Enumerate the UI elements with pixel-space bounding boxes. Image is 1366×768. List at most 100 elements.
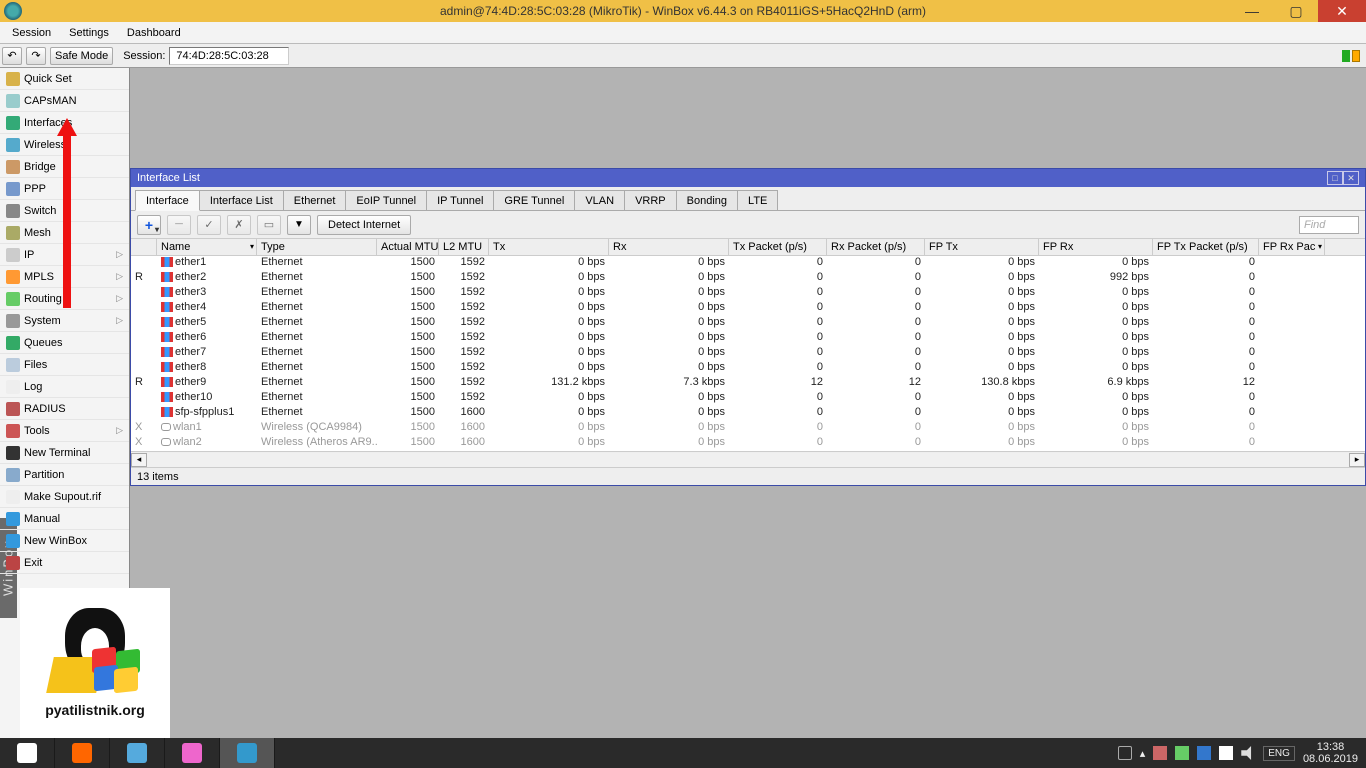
tab-lte[interactable]: LTE [737, 190, 778, 210]
table-row[interactable]: ether8Ethernet150015920 bps0 bps000 bps0… [131, 361, 1365, 376]
sidebar-item-switch[interactable]: Switch [0, 200, 129, 222]
table-row[interactable]: ether1Ethernet150015920 bps0 bps000 bps0… [131, 256, 1365, 271]
table-row[interactable]: ether10Ethernet150015920 bps0 bps000 bps… [131, 391, 1365, 406]
sidebar-item-capsman[interactable]: CAPsMAN [0, 90, 129, 112]
sidebar-item-bridge[interactable]: Bridge [0, 156, 129, 178]
column-header[interactable]: Rx [609, 239, 729, 255]
clock[interactable]: 13:38 08.06.2019 [1303, 741, 1358, 765]
column-header[interactable] [131, 239, 157, 255]
tab-interface-list[interactable]: Interface List [199, 190, 284, 210]
column-header[interactable]: Name▾ [157, 239, 257, 255]
network-icon[interactable] [1219, 746, 1233, 760]
menu-settings[interactable]: Settings [61, 25, 117, 41]
menu-dashboard[interactable]: Dashboard [119, 25, 189, 41]
sidebar-item-exit[interactable]: Exit [0, 552, 129, 574]
table-row[interactable]: ether5Ethernet150015920 bps0 bps000 bps0… [131, 316, 1365, 331]
redo-button[interactable]: ↷ [26, 47, 46, 65]
add-button[interactable]: + [137, 215, 161, 235]
comment-button[interactable]: ▭ [257, 215, 281, 235]
tab-vrrp[interactable]: VRRP [624, 190, 677, 210]
scroll-right-button[interactable]: ▸ [1349, 453, 1365, 467]
sidebar-item-new-terminal[interactable]: New Terminal [0, 442, 129, 464]
minimize-button[interactable]: — [1230, 0, 1274, 22]
close-button[interactable]: ✕ [1318, 0, 1366, 22]
sidebar-item-ip[interactable]: IP▷ [0, 244, 129, 266]
language-indicator[interactable]: ENG [1263, 746, 1295, 761]
scroll-track[interactable] [147, 453, 1349, 467]
enable-button[interactable]: ✓ [197, 215, 221, 235]
sidebar-item-mesh[interactable]: Mesh [0, 222, 129, 244]
filter-button[interactable]: ▼ [287, 215, 311, 235]
tab-eoip-tunnel[interactable]: EoIP Tunnel [345, 190, 427, 210]
table-row[interactable]: sfp-sfpplus1Ethernet150016000 bps0 bps00… [131, 406, 1365, 421]
column-header[interactable]: Type [257, 239, 377, 255]
tab-ip-tunnel[interactable]: IP Tunnel [426, 190, 494, 210]
taskbar-notepad[interactable] [110, 738, 165, 768]
column-header[interactable]: Actual MTU [377, 239, 439, 255]
table-row[interactable]: ether6Ethernet150015920 bps0 bps000 bps0… [131, 331, 1365, 346]
find-input[interactable]: Find [1299, 216, 1359, 234]
sidebar-item-system[interactable]: System▷ [0, 310, 129, 332]
disable-button[interactable]: ✗ [227, 215, 251, 235]
menu-session[interactable]: Session [4, 25, 59, 41]
tab-interface[interactable]: Interface [135, 190, 200, 211]
sidebar-item-manual[interactable]: Manual [0, 508, 129, 530]
taskbar-chrome[interactable] [0, 738, 55, 768]
column-header[interactable]: Rx Packet (p/s) [827, 239, 925, 255]
session-field[interactable]: 74:4D:28:5C:03:28 [169, 47, 289, 65]
sidebar-item-quick-set[interactable]: Quick Set [0, 68, 129, 90]
subwindow-titlebar[interactable]: Interface List □ ✕ [131, 169, 1365, 187]
tray-icon[interactable] [1153, 746, 1167, 760]
detect-internet-button[interactable]: Detect Internet [317, 215, 411, 235]
tab-vlan[interactable]: VLAN [574, 190, 625, 210]
window-title: admin@74:4D:28:5C:03:28 (MikroTik) - Win… [440, 4, 926, 18]
grid-header[interactable]: Name▾TypeActual MTUL2 MTUTxRxTx Packet (… [131, 239, 1365, 256]
taskbar-paint[interactable] [165, 738, 220, 768]
sidebar-item-queues[interactable]: Queues [0, 332, 129, 354]
table-row[interactable]: ether4Ethernet150015920 bps0 bps000 bps0… [131, 301, 1365, 316]
scroll-left-button[interactable]: ◂ [131, 453, 147, 467]
sidebar-item-log[interactable]: Log [0, 376, 129, 398]
sidebar-item-mpls[interactable]: MPLS▷ [0, 266, 129, 288]
tab-bonding[interactable]: Bonding [676, 190, 738, 210]
sidebar-item-tools[interactable]: Tools▷ [0, 420, 129, 442]
table-row[interactable]: Xwlan1Wireless (QCA9984)150016000 bps0 b… [131, 421, 1365, 436]
column-header[interactable]: FP Tx Packet (p/s) [1153, 239, 1259, 255]
subwindow-restore-button[interactable]: □ [1327, 171, 1343, 185]
keyboard-icon[interactable] [1118, 746, 1132, 760]
horizontal-scrollbar[interactable]: ◂ ▸ [131, 451, 1365, 467]
tab-gre-tunnel[interactable]: GRE Tunnel [493, 190, 575, 210]
sidebar-item-radius[interactable]: RADIUS [0, 398, 129, 420]
table-row[interactable]: ether7Ethernet150015920 bps0 bps000 bps0… [131, 346, 1365, 361]
table-row[interactable]: Rether9Ethernet15001592131.2 kbps7.3 kbp… [131, 376, 1365, 391]
column-header[interactable]: L2 MTU [439, 239, 489, 255]
table-row[interactable]: Rether2Ethernet150015920 bps0 bps000 bps… [131, 271, 1365, 286]
taskbar-firefox[interactable] [55, 738, 110, 768]
column-header[interactable]: FP Rx [1039, 239, 1153, 255]
remove-button[interactable]: − [167, 215, 191, 235]
column-header[interactable]: Tx [489, 239, 609, 255]
undo-button[interactable]: ↶ [2, 47, 22, 65]
table-row[interactable]: ether3Ethernet150015920 bps0 bps000 bps0… [131, 286, 1365, 301]
column-header[interactable]: FP Tx [925, 239, 1039, 255]
safe-mode-button[interactable]: Safe Mode [50, 47, 113, 65]
sidebar-item-routing[interactable]: Routing▷ [0, 288, 129, 310]
table-row[interactable]: Xwlan2Wireless (Atheros AR9...150016000 … [131, 436, 1365, 451]
sidebar-item-wireless[interactable]: Wireless [0, 134, 129, 156]
sidebar-item-new-winbox[interactable]: New WinBox [0, 530, 129, 552]
tab-ethernet[interactable]: Ethernet [283, 190, 347, 210]
sidebar-item-make-supout-rif[interactable]: Make Supout.rif [0, 486, 129, 508]
tray-chevron-icon[interactable]: ▴ [1140, 747, 1146, 760]
taskbar-winbox[interactable] [220, 738, 275, 768]
column-header[interactable]: FP Rx Pac▾ [1259, 239, 1325, 255]
tray-icon[interactable] [1175, 746, 1189, 760]
sidebar-item-ppp[interactable]: PPP [0, 178, 129, 200]
column-header[interactable]: Tx Packet (p/s) [729, 239, 827, 255]
sidebar-item-partition[interactable]: Partition [0, 464, 129, 486]
sidebar-item-interfaces[interactable]: Interfaces [0, 112, 129, 134]
subwindow-close-button[interactable]: ✕ [1343, 171, 1359, 185]
tray-icon[interactable] [1197, 746, 1211, 760]
volume-icon[interactable] [1241, 746, 1255, 760]
sidebar-item-files[interactable]: Files [0, 354, 129, 376]
maximize-button[interactable]: ▢ [1274, 0, 1318, 22]
